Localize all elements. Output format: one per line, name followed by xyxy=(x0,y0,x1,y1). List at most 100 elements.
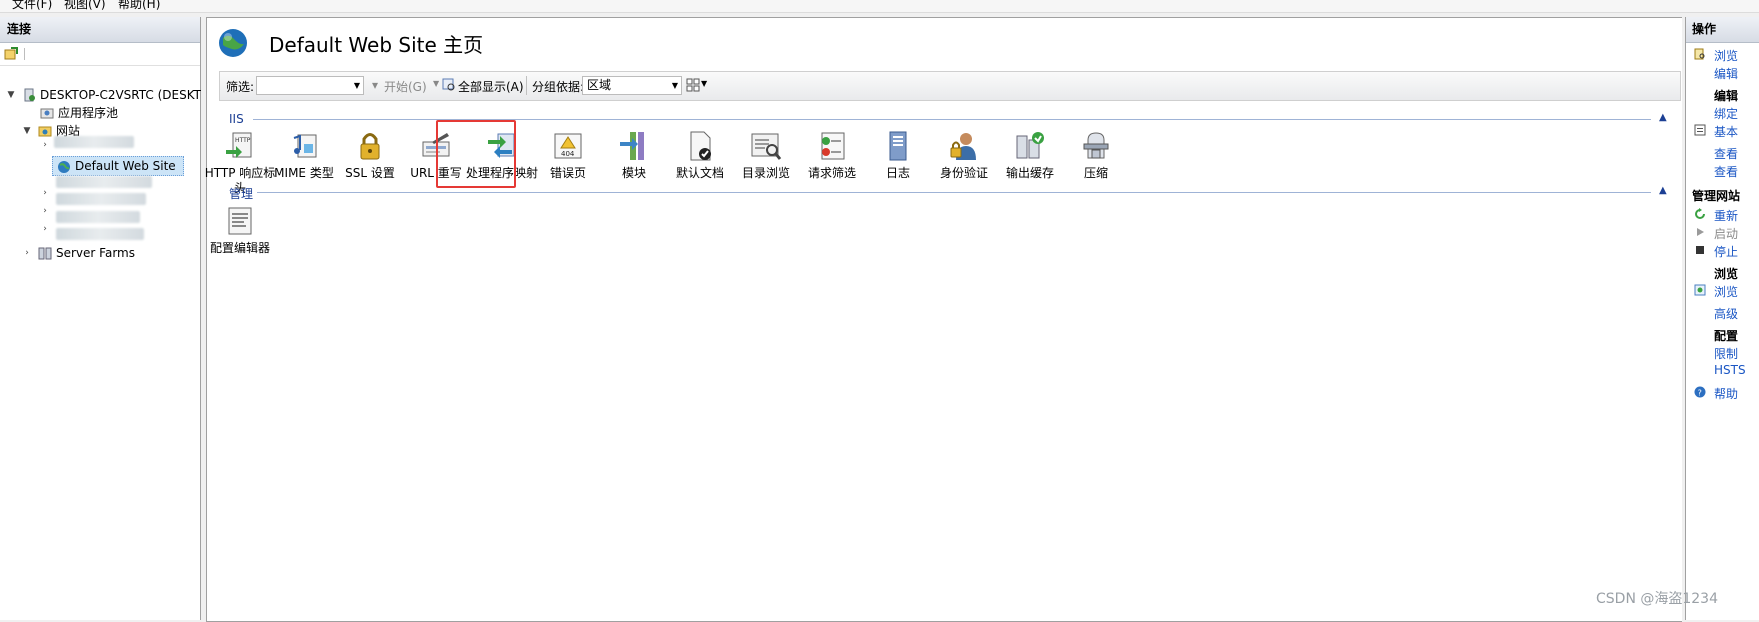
feature-label: 日志 xyxy=(885,166,910,180)
tree-server-farms-label: Server Farms xyxy=(56,246,135,260)
action-section-browse-site: 浏览 xyxy=(1714,267,1739,281)
tree-server[interactable]: ▼ DESKTOP-C2VSRTC (DESKT xyxy=(6,86,201,104)
chevron-right-icon[interactable]: › xyxy=(40,224,50,234)
feature-label: 压缩 xyxy=(1083,166,1108,180)
chevron-down-icon[interactable]: ▼ xyxy=(22,122,32,140)
chevron-down-icon[interactable]: ▼ xyxy=(433,79,439,88)
action-view-applications[interactable]: 查看 xyxy=(1714,145,1738,162)
show-all-icon xyxy=(442,78,455,91)
action-browse-port[interactable]: 浏览 xyxy=(1714,283,1738,300)
tree-server-label: DESKTOP-C2VSRTC (DESKT xyxy=(40,88,201,102)
action-edit-permissions[interactable]: 编辑 xyxy=(1714,65,1738,82)
group-header-management: 管理 xyxy=(229,187,254,201)
chevron-down-icon[interactable]: ▼ xyxy=(672,77,678,94)
svg-text:HTTP: HTTP xyxy=(235,137,251,144)
actions-panel: 操作 浏览 编辑 编辑 绑定 基本 查看 查看 管理网站 重新 启动 停止 浏览… xyxy=(1685,17,1759,620)
action-basic-settings[interactable]: 基本 xyxy=(1714,123,1738,140)
blurred-site xyxy=(56,211,140,223)
feature-output-caching[interactable]: 输出缓存 xyxy=(993,130,1067,181)
start-icon xyxy=(1697,228,1704,236)
feature-label: 错误页 xyxy=(549,166,586,180)
action-help[interactable]: 帮助 xyxy=(1714,385,1738,402)
feature-authentication[interactable]: 身份验证 xyxy=(927,130,1001,181)
feature-logging[interactable]: 日志 xyxy=(861,130,935,181)
compression-icon xyxy=(1083,132,1109,159)
mime-types-icon xyxy=(293,134,317,158)
http-response-headers-icon: HTTP xyxy=(226,132,252,158)
action-hsts[interactable]: HSTS xyxy=(1714,363,1746,377)
chevron-right-icon[interactable]: › xyxy=(40,140,50,150)
browse-icon xyxy=(1694,48,1705,60)
globe-icon xyxy=(58,161,70,173)
filter-input[interactable]: ▼ xyxy=(256,76,364,95)
chevron-down-icon[interactable]: ▼ xyxy=(701,79,707,88)
server-icon xyxy=(24,88,35,102)
chevron-right-icon[interactable]: › xyxy=(40,206,50,216)
settings-icon xyxy=(1694,124,1706,136)
filter-label: 筛选: xyxy=(226,80,255,94)
feature-label: 配置编辑器 xyxy=(209,241,270,255)
action-bindings[interactable]: 绑定 xyxy=(1714,105,1738,122)
feature-default-document[interactable]: 默认文档 xyxy=(663,130,737,181)
feature-modules[interactable]: 模块 xyxy=(597,130,671,181)
menu-view[interactable]: 视图(V) xyxy=(64,0,106,12)
go-button[interactable]: 开始(G) xyxy=(384,78,427,95)
default-document-icon xyxy=(690,131,711,161)
menu-help[interactable]: 帮助(H) xyxy=(118,0,160,12)
group-by-value: 区域 xyxy=(587,78,612,92)
action-explore[interactable]: 浏览 xyxy=(1714,47,1738,64)
show-all-button[interactable]: 全部显示(A) xyxy=(458,78,524,95)
blurred-site xyxy=(54,136,134,148)
browse-site-icon xyxy=(1694,284,1706,296)
feature-label: 请求筛选 xyxy=(807,166,856,180)
menu-file[interactable]: 文件(F) xyxy=(12,0,52,12)
request-filtering-icon xyxy=(821,132,845,160)
feature-compression[interactable]: 压缩 xyxy=(1059,130,1133,181)
funnel-icon: ▾ xyxy=(372,78,379,92)
svg-text:404: 404 xyxy=(561,150,575,158)
feature-directory-browsing[interactable]: 目录浏览 xyxy=(729,130,803,181)
chevron-down-icon[interactable]: ▼ xyxy=(6,86,16,104)
logging-icon xyxy=(889,131,907,161)
feature-label: MIME 类型 xyxy=(274,166,334,180)
collapse-icon[interactable]: ▲ xyxy=(1659,112,1667,123)
server-farm-icon xyxy=(38,247,52,260)
action-section-configure: 配置 xyxy=(1714,329,1739,343)
action-view-virtual-dirs[interactable]: 查看 xyxy=(1714,163,1738,180)
feature-label: SSL 设置 xyxy=(345,166,395,180)
group-by-select[interactable]: 区域 ▼ xyxy=(582,76,682,95)
tree-default-site[interactable]: Default Web Site xyxy=(52,156,184,176)
error-pages-icon: 404 xyxy=(554,133,582,159)
collapse-icon[interactable]: ▲ xyxy=(1659,185,1667,196)
feature-ssl-settings[interactable]: SSL 设置 xyxy=(333,130,407,181)
blurred-site xyxy=(56,228,144,240)
chevron-down-icon[interactable]: ▼ xyxy=(354,77,360,94)
filter-toolbar: 筛选: ▼ ▾ 开始(G) ▼ 全部显示(A) 分组依据: 区域 ▼ ▼ xyxy=(219,71,1681,101)
action-section-edit-site: 编辑 xyxy=(1714,89,1739,103)
action-restart[interactable]: 重新 xyxy=(1714,207,1738,224)
authentication-icon xyxy=(950,133,976,160)
sites-folder-icon xyxy=(38,126,52,137)
view-toggle-icon[interactable] xyxy=(686,78,700,92)
action-limits[interactable]: 限制 xyxy=(1714,345,1738,362)
blurred-site xyxy=(56,193,146,205)
feature-request-filtering[interactable]: 请求筛选 xyxy=(795,130,869,181)
menu-bar: 文件(F) 视图(V) 帮助(H) xyxy=(0,0,1759,13)
action-stop[interactable]: 停止 xyxy=(1714,243,1738,260)
modules-icon xyxy=(620,132,644,160)
action-advanced-settings[interactable]: 高级 xyxy=(1714,305,1738,322)
app-pool-icon xyxy=(40,108,54,119)
actions-title: 操作 xyxy=(1686,17,1759,43)
connections-toolbar xyxy=(0,43,200,66)
feature-label: 默认文档 xyxy=(675,166,724,180)
feature-configuration-editor[interactable]: 配置编辑器 xyxy=(203,205,277,256)
feature-error-pages[interactable]: 404 错误页 xyxy=(531,130,605,181)
url-rewrite-highlight xyxy=(436,120,516,188)
chevron-right-icon[interactable]: › xyxy=(40,188,50,198)
feature-mime-types[interactable]: MIME 类型 xyxy=(267,130,341,181)
help-icon: ? xyxy=(1694,386,1706,398)
directory-browsing-icon xyxy=(751,133,782,160)
chevron-right-icon[interactable]: › xyxy=(22,244,32,262)
connect-icon[interactable] xyxy=(4,47,18,61)
action-start[interactable]: 启动 xyxy=(1714,225,1738,242)
